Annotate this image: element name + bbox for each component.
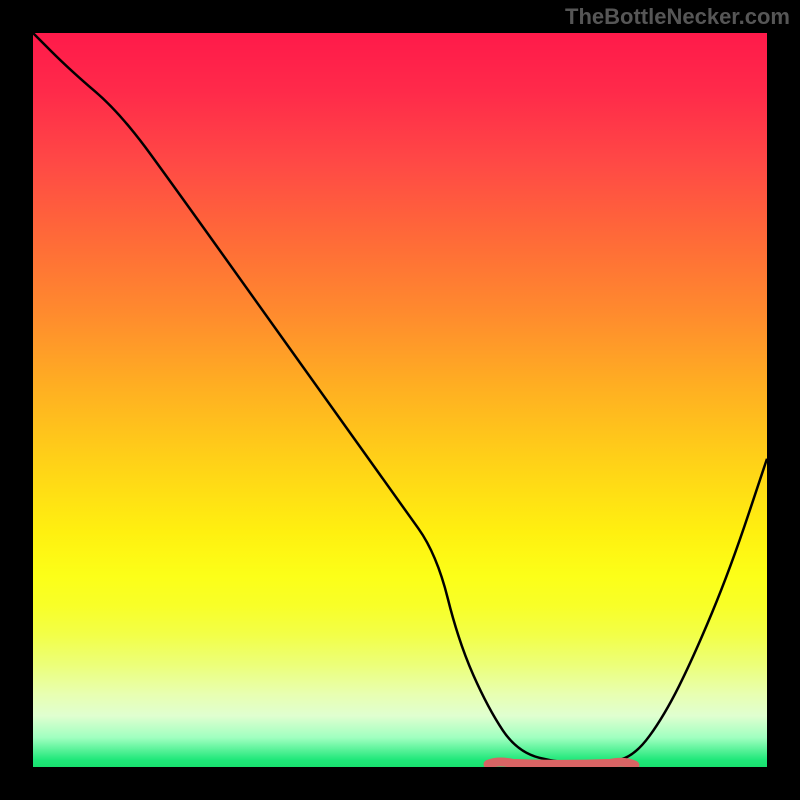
curve-path: [33, 33, 767, 763]
bottom-band: [488, 762, 635, 765]
curve-layer: [33, 33, 767, 767]
attribution-label: TheBottleNecker.com: [565, 4, 790, 30]
chart-container: TheBottleNecker.com: [0, 0, 800, 800]
plot-area: [33, 33, 767, 767]
